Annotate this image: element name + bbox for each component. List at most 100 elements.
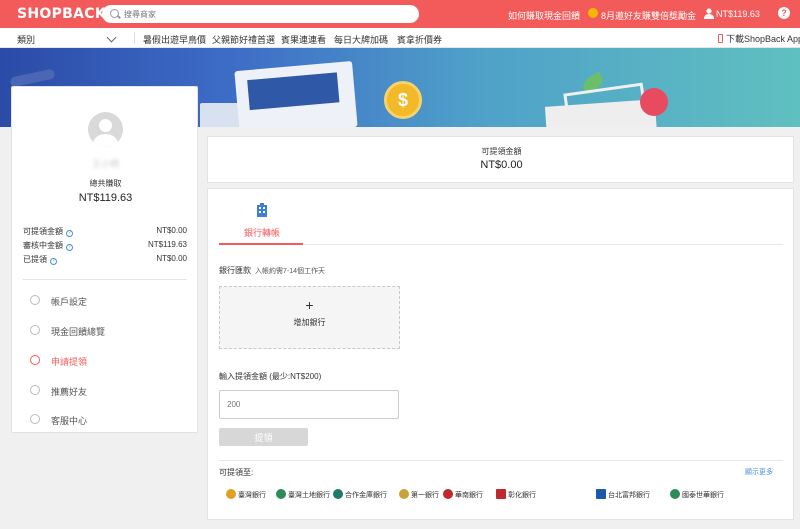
divider — [23, 279, 187, 280]
bank-name: 彰化銀行 — [508, 492, 536, 499]
info-icon[interactable]: ? — [66, 230, 73, 237]
plus-icon: + — [305, 297, 314, 313]
add-bank-button[interactable]: + 增加銀行 — [219, 286, 400, 349]
dollar-coin-icon: $ — [384, 81, 422, 119]
download-app-label: 下載ShopBack App — [726, 34, 800, 44]
laptop-illustration — [234, 60, 358, 127]
phone-icon — [718, 34, 723, 43]
bank-logo: 華南銀行 — [443, 489, 483, 505]
balance-label: 已提領 — [23, 255, 47, 264]
bank-logo-icon — [443, 489, 453, 499]
chart-icon — [30, 325, 40, 335]
nav-item-fathers-day[interactable]: 父親節好禮首選 — [212, 33, 275, 46]
category-bar: 類別 暑假出遊早鳥價 父親節好禮首選 賓果連連看 每日大牌加碼 賓拿折價券 下載… — [0, 28, 800, 48]
bank-logo-icon — [276, 489, 286, 499]
nav-item-summer[interactable]: 暑假出遊早鳥價 — [143, 33, 206, 46]
amount-input[interactable] — [219, 390, 399, 419]
sidebar-item-refer-friends[interactable]: 推薦好友 — [30, 384, 180, 398]
info-icon[interactable]: ? — [66, 244, 73, 251]
withdraw-button[interactable]: 提領 — [219, 428, 308, 446]
bank-logo-icon — [226, 489, 236, 499]
coin-icon — [588, 8, 598, 18]
search-bar[interactable] — [102, 5, 419, 23]
sidebar-item-label: 帳戶設定 — [51, 297, 88, 307]
question-icon — [30, 414, 40, 424]
gear-icon — [30, 295, 40, 305]
bank-logo-icon — [596, 489, 606, 499]
supported-banks-label: 可提領至: — [219, 468, 254, 477]
amount-label: 輸入提領金額 (最少:NT$200) — [219, 372, 322, 381]
bank-building-icon[interactable] — [256, 203, 268, 217]
sidebar-item-label: 現金回饋總覽 — [51, 327, 106, 337]
active-tab-indicator — [219, 243, 303, 245]
transfer-info: 銀行匯款 入帳約需7-14個工作天 — [219, 265, 325, 276]
sidebar-item-cashback-overview[interactable]: 現金回饋總覽 — [30, 324, 180, 338]
bank-logo-icon — [670, 489, 680, 499]
sidebar-item-withdraw[interactable]: 申請提領 — [30, 354, 180, 368]
sidebar-item-account-settings[interactable]: 帳戶設定 — [30, 294, 180, 308]
divider — [219, 460, 783, 461]
nav-item-daily-brands[interactable]: 每日大牌加碼 — [334, 33, 388, 46]
search-input[interactable] — [124, 7, 404, 21]
withdraw-icon — [30, 355, 40, 365]
bank-logo: 台北富邦銀行 — [596, 489, 650, 505]
top-bar: SHOPBACK 如何賺取現金回饋 8月邀好友賺雙倍獎勵金 NT$119.63 … — [0, 0, 800, 28]
tab-divider — [219, 244, 783, 245]
info-icon[interactable]: ? — [50, 258, 57, 265]
nav-item-coupons[interactable]: 賓拿折價券 — [397, 33, 442, 46]
divider — [134, 32, 135, 44]
bank-logo-icon — [333, 489, 343, 499]
download-app-link[interactable]: 下載ShopBack App — [718, 32, 800, 45]
withdraw-panel: 銀行轉帳 銀行匯款 入帳約需7-14個工作天 + 增加銀行 輸入提領金額 (最少:… — [207, 188, 794, 520]
bank-logo: 合作金庫銀行 — [333, 489, 387, 505]
total-earned-label: 總共賺取 — [89, 179, 122, 188]
sidebar-item-label: 推薦好友 — [51, 387, 88, 397]
invite-friends-link[interactable]: 8月邀好友賺雙倍獎勵金 — [601, 9, 696, 22]
balance-value: NT$0.00 — [156, 254, 187, 263]
add-bank-label: 增加銀行 — [293, 318, 326, 327]
sidebar-item-label: 客服中心 — [51, 416, 88, 426]
avatar[interactable] — [88, 112, 123, 147]
bank-logo: 彰化銀行 — [496, 489, 536, 505]
balance-row-available: 可提領金額? NT$0.00 — [23, 226, 187, 238]
bank-logo: 臺灣土地銀行 — [276, 489, 330, 505]
sidebar-item-label: 申請提領 — [51, 357, 88, 367]
bank-name: 臺灣土地銀行 — [288, 492, 330, 499]
nav-item-bingo[interactable]: 賓果連連看 — [281, 33, 326, 46]
tab-bank-transfer[interactable]: 銀行轉帳 — [244, 226, 280, 239]
balance-label: 可提領金額 — [23, 227, 63, 236]
friends-icon — [30, 385, 40, 395]
balance-label: 審核中金額 — [23, 241, 63, 250]
bank-logo-icon — [496, 489, 506, 499]
bank-name: 華南銀行 — [455, 492, 483, 499]
bank-name: 合作金庫銀行 — [345, 492, 387, 499]
balance-value: NT$0.00 — [156, 226, 187, 235]
user-icon — [704, 8, 714, 19]
header-balance[interactable]: NT$119.63 — [716, 9, 760, 19]
available-balance-panel: 可提領金額 NT$0.00 — [207, 136, 794, 183]
bank-logo: 國泰世華銀行 — [670, 489, 724, 505]
bank-name: 國泰世華銀行 — [682, 492, 724, 499]
balance-row-withdrawn: 已提領? NT$0.00 — [23, 254, 187, 266]
balance-row-pending: 審核中金額? NT$119.63 — [23, 240, 187, 252]
balance-value: NT$119.63 — [148, 240, 187, 249]
bank-name: 台北富邦銀行 — [608, 492, 650, 499]
how-to-earn-link[interactable]: 如何賺取現金回饋 — [508, 9, 580, 22]
apple-illustration — [640, 88, 668, 116]
available-value: NT$0.00 — [480, 159, 523, 171]
total-earned-value: NT$119.63 — [78, 192, 133, 204]
chevron-down-icon[interactable] — [106, 32, 117, 43]
account-sidebar: 王小明 總共賺取 NT$119.63 可提領金額? NT$0.00 審核中金額?… — [11, 86, 198, 433]
bank-logo: 臺灣銀行 — [226, 489, 266, 505]
category-dropdown-label[interactable]: 類別 — [17, 33, 35, 46]
help-icon[interactable]: ? — [778, 7, 790, 19]
bank-name: 第一銀行 — [411, 492, 439, 499]
bank-logo-icon — [399, 489, 409, 499]
transfer-duration: 入帳約需7-14個工作天 — [255, 268, 326, 275]
show-more-link[interactable]: 顯示更多 — [745, 467, 773, 477]
bank-logo: 第一銀行 — [399, 489, 439, 505]
search-icon — [110, 9, 119, 18]
shopback-logo[interactable]: SHOPBACK — [17, 6, 106, 22]
available-label: 可提領金額 — [481, 147, 522, 156]
sidebar-item-help-center[interactable]: 客服中心 — [30, 413, 180, 427]
